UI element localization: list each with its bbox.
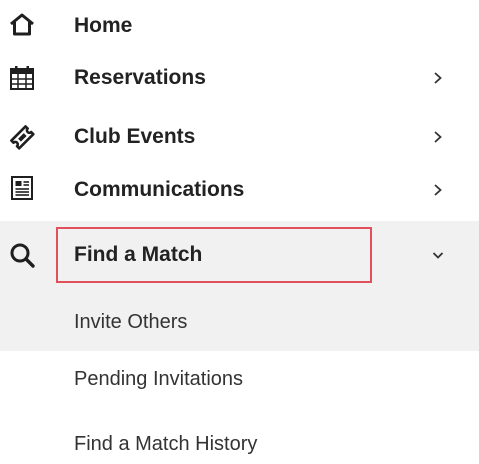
newspaper-icon [8, 174, 36, 202]
nav-item-communications[interactable]: Communications [0, 164, 479, 216]
calendar-icon [8, 64, 36, 92]
search-icon [8, 241, 36, 269]
chevron-right-icon [430, 129, 446, 145]
chevron-down-icon [430, 247, 446, 263]
nav-item-club-events[interactable]: Club Events [0, 110, 479, 162]
nav-item-reservations[interactable]: Reservations [0, 52, 479, 104]
chevron-right-icon [430, 70, 446, 86]
nav-item-label: Communications [74, 178, 245, 201]
nav-item-label: Club Events [74, 125, 196, 148]
submenu-item-invite-others[interactable]: Invite Others [0, 291, 479, 351]
submenu-item-find-a-match-history[interactable]: Find a Match History [0, 407, 479, 464]
ticket-icon [8, 123, 36, 151]
nav-item-label: Reservations [74, 66, 206, 89]
side-navigation: Home Reservations Club Events Communicat… [0, 0, 479, 464]
chevron-right-icon [430, 182, 446, 198]
submenu-item-pending-invitations[interactable]: Pending Invitations [0, 351, 479, 407]
submenu-item-label: Find a Match History [74, 433, 258, 455]
nav-item-label: Home [74, 14, 133, 37]
home-icon [8, 11, 36, 39]
highlight-box [56, 227, 372, 283]
nav-item-home[interactable]: Home [0, 0, 479, 52]
submenu-item-label: Pending Invitations [74, 368, 244, 390]
submenu-item-label: Invite Others [74, 311, 188, 333]
